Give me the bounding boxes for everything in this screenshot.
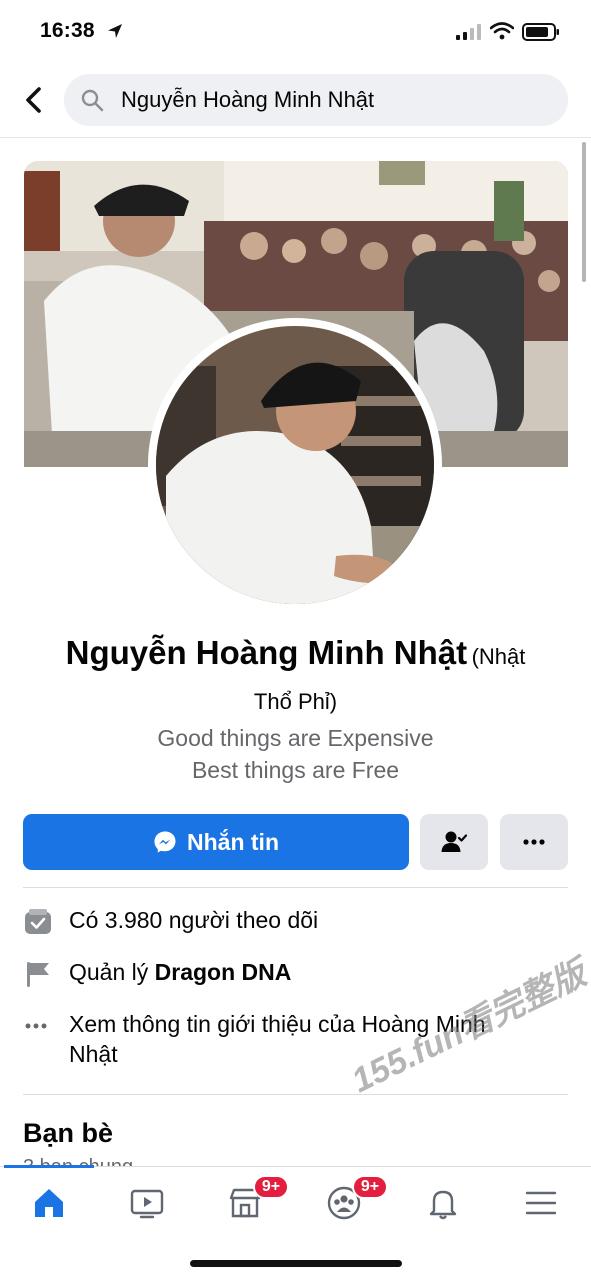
- battery-icon: [522, 23, 559, 41]
- back-arrow-icon[interactable]: [18, 82, 50, 118]
- status-bar: 16:38: [0, 0, 591, 64]
- cellular-signal-icon: [456, 24, 481, 40]
- home-icon: [35, 1189, 63, 1217]
- profile-alternate-name-cont: Thổ Phỉ): [253, 689, 338, 714]
- profile-name: Nguyễn Hoàng Minh Nhật: [65, 634, 468, 671]
- friends-section-title: Bạn bè: [23, 1118, 114, 1148]
- profile-alternate-name: (Nhật: [471, 644, 526, 669]
- message-button[interactable]: Nhắn tin: [23, 814, 409, 870]
- wifi-icon: [490, 22, 514, 40]
- search-header: Nguyễn Hoàng Minh Nhật: [0, 64, 591, 138]
- active-tab-indicator: [4, 1165, 94, 1168]
- managed-page-link[interactable]: Dragon DNA: [155, 959, 292, 985]
- manages-prefix: Quản lý: [69, 959, 155, 985]
- more-dots-icon: [523, 839, 545, 845]
- search-input[interactable]: Nguyễn Hoàng Minh Nhật: [64, 74, 568, 126]
- flag-icon: [27, 962, 49, 987]
- messenger-icon: [154, 831, 176, 853]
- more-options-button[interactable]: [500, 814, 568, 870]
- location-arrow-icon: [108, 24, 122, 38]
- tab-watch[interactable]: [117, 1181, 177, 1225]
- profile-bio: Good things are Expensive Best things ar…: [20, 722, 571, 786]
- bell-icon: [429, 1190, 457, 1220]
- watch-icon: [130, 1189, 164, 1219]
- divider: [23, 1094, 568, 1095]
- home-indicator[interactable]: [190, 1260, 402, 1267]
- scrollbar[interactable]: [582, 142, 586, 282]
- about-line: Nhật: [69, 1041, 118, 1067]
- profile-avatar[interactable]: [156, 326, 434, 604]
- divider: [23, 887, 568, 888]
- tab-groups[interactable]: 9+: [314, 1175, 388, 1225]
- manages-page-row[interactable]: Quản lý Dragon DNA: [23, 957, 568, 989]
- followers-row: Có 3.980 người theo dõi: [23, 905, 568, 937]
- groups-badge: 9+: [352, 1175, 388, 1199]
- friend-status-button[interactable]: [420, 814, 488, 870]
- search-icon: [81, 89, 104, 112]
- followers-text: Có 3.980 người theo dõi: [69, 907, 319, 933]
- tab-marketplace[interactable]: 9+: [215, 1175, 289, 1225]
- ellipsis-icon: [25, 1023, 47, 1029]
- manages-text: Quản lý Dragon DNA: [69, 957, 568, 987]
- followers-icon: [25, 909, 51, 934]
- profile-name-block: Nguyễn Hoàng Minh Nhật (Nhật Thổ Phỉ): [20, 632, 571, 726]
- menu-icon: [525, 1191, 557, 1215]
- tab-home[interactable]: [19, 1181, 79, 1225]
- search-query-text: Nguyễn Hoàng Minh Nhật: [121, 87, 375, 112]
- friend-check-icon: [441, 831, 468, 852]
- bio-line: Best things are Free: [191, 757, 400, 783]
- tab-menu[interactable]: [511, 1181, 571, 1225]
- tab-notifications[interactable]: [413, 1181, 473, 1225]
- bio-line: Good things are Expensive: [157, 725, 434, 751]
- message-button-label: Nhắn tin: [187, 828, 279, 855]
- status-time: 16:38: [40, 19, 95, 42]
- marketplace-badge: 9+: [253, 1175, 289, 1199]
